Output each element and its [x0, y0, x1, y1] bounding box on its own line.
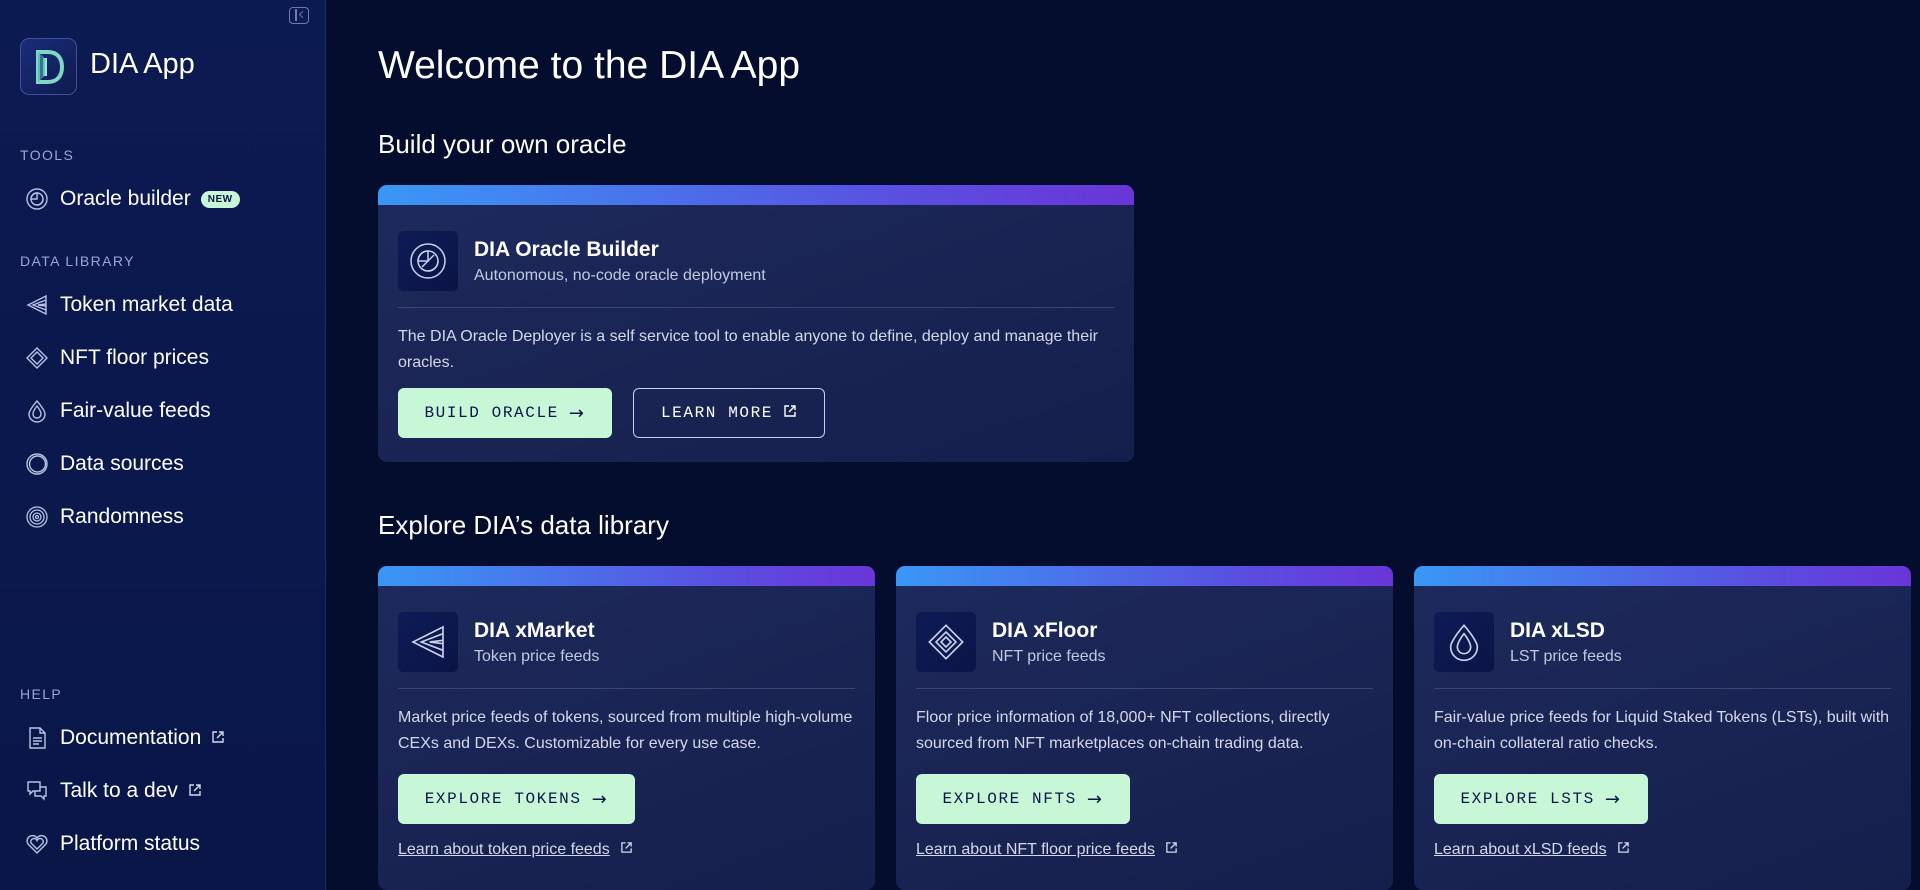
sidebar-item-documentation[interactable]: Documentation — [24, 720, 225, 756]
card-gradient-bar — [378, 566, 875, 586]
tools-section-label: TOOLS — [20, 147, 75, 163]
sidebar-item-label: Fair-value feeds — [60, 399, 211, 422]
card-subtitle: LST price feeds — [1510, 648, 1622, 665]
triangle-prism-icon — [398, 612, 458, 672]
chat-bubbles-icon — [24, 778, 50, 804]
document-icon — [24, 725, 50, 751]
diamond-icon — [916, 612, 976, 672]
sidebar-item-label: Oracle builder — [60, 187, 191, 210]
explore-nfts-button[interactable]: EXPLORE NFTS → — [916, 774, 1130, 824]
external-link-icon — [1617, 841, 1630, 859]
sidebar-item-label: Randomness — [60, 505, 184, 528]
card-title: DIA xFloor — [992, 619, 1098, 642]
card-title: DIA Oracle Builder — [474, 238, 659, 261]
card-divider — [1434, 688, 1891, 689]
card-divider — [916, 688, 1373, 689]
oracle-rings-icon — [398, 231, 458, 291]
card-divider — [398, 307, 1114, 308]
arrow-right-icon: → — [1086, 788, 1104, 810]
external-link-icon — [211, 726, 225, 750]
dia-logo-icon[interactable] — [20, 38, 77, 95]
arrow-right-icon: → — [1604, 788, 1622, 810]
learn-more-button[interactable]: LEARN MORE — [633, 388, 825, 438]
fingerprint-icon — [24, 504, 50, 530]
external-link-icon — [1165, 841, 1178, 859]
arrow-right-icon: → — [568, 402, 586, 424]
explore-lsts-button[interactable]: EXPLORE LSTS → — [1434, 774, 1648, 824]
heart-pulse-icon — [24, 831, 50, 857]
sidebar-item-label: Platform status — [60, 832, 201, 855]
button-label: EXPLORE TOKENS — [424, 790, 582, 808]
sidebar-item-nft-floor-prices[interactable]: NFT floor prices — [24, 340, 209, 376]
link-label: Learn about NFT floor price feeds — [916, 841, 1155, 858]
sidebar-item-label: Token market data — [60, 293, 233, 316]
button-label: EXPLORE LSTS — [1460, 790, 1595, 808]
card-description: Floor price information of 18,000+ NFT c… — [916, 709, 1330, 752]
card-title: DIA xMarket — [474, 619, 595, 642]
sidebar-item-label: Documentation — [60, 726, 202, 749]
build-oracle-button[interactable]: BUILD ORACLE → — [398, 388, 612, 438]
card-subtitle: NFT price feeds — [992, 648, 1106, 665]
droplet-icon — [24, 398, 50, 424]
help-section-label: HELP — [20, 686, 63, 702]
button-label: EXPLORE NFTS — [942, 790, 1077, 808]
new-badge: NEW — [200, 190, 240, 208]
sidebar-collapse-icon[interactable] — [289, 7, 309, 24]
oracle-rings-icon — [24, 186, 50, 212]
sidebar-item-label: NFT floor prices — [60, 346, 209, 369]
sidebar-item-data-sources[interactable]: Data sources — [24, 446, 184, 482]
external-link-icon — [188, 779, 202, 803]
external-link-icon — [620, 841, 633, 859]
main-content: Welcome to the DIA App Build your own or… — [327, 0, 1920, 890]
token-feeds-link[interactable]: Learn about token price feeds — [398, 841, 633, 859]
external-link-icon — [783, 404, 797, 423]
sidebar-item-label: Data sources — [60, 452, 184, 475]
card-description: Market price feeds of tokens, sourced fr… — [398, 709, 853, 752]
sidebar: DIA App TOOLS Oracle builder NEW DATA LI… — [0, 0, 326, 890]
card-description: Fair-value price feeds for Liquid Staked… — [1434, 709, 1890, 752]
sidebar-item-talk-to-a-dev[interactable]: Talk to a dev — [24, 773, 202, 809]
xfloor-card: DIA xFloor NFT price feeds Floor price i… — [896, 566, 1393, 890]
oracle-builder-card: DIA Oracle Builder Autonomous, no-code o… — [378, 185, 1134, 462]
link-label: Learn about xLSD feeds — [1434, 841, 1607, 858]
sidebar-item-randomness[interactable]: Randomness — [24, 499, 184, 535]
sidebar-item-platform-status[interactable]: Platform status — [24, 826, 200, 862]
circle-ring-icon — [24, 451, 50, 477]
xlsd-card: DIA xLSD LST price feeds Fair-value pric… — [1414, 566, 1911, 890]
diamond-icon — [24, 345, 50, 371]
xlsd-feeds-link[interactable]: Learn about xLSD feeds — [1434, 841, 1630, 859]
button-label: BUILD ORACLE — [424, 404, 559, 422]
sidebar-item-token-market-data[interactable]: Token market data — [24, 287, 233, 323]
card-description: The DIA Oracle Deployer is a self servic… — [398, 328, 1098, 371]
card-subtitle: Autonomous, no-code oracle deployment — [474, 267, 766, 284]
card-gradient-bar — [896, 566, 1393, 586]
app-title: DIA App — [90, 48, 195, 80]
triangle-prism-icon — [24, 292, 50, 318]
arrow-right-icon: → — [591, 788, 609, 810]
data-library-section-label: DATA LIBRARY — [20, 253, 135, 269]
page-title: Welcome to the DIA App — [378, 44, 801, 87]
card-title: DIA xLSD — [1510, 619, 1605, 642]
sidebar-item-oracle-builder[interactable]: Oracle builder NEW — [24, 181, 240, 217]
button-label: LEARN MORE — [660, 404, 773, 422]
xmarket-card: DIA xMarket Token price feeds Market pri… — [378, 566, 875, 890]
explore-section-title: Explore DIA’s data library — [378, 510, 669, 540]
link-label: Learn about token price feeds — [398, 841, 610, 858]
explore-tokens-button[interactable]: EXPLORE TOKENS → — [398, 774, 635, 824]
droplet-icon — [1434, 612, 1494, 672]
card-subtitle: Token price feeds — [474, 648, 600, 665]
sidebar-item-fair-value-feeds[interactable]: Fair-value feeds — [24, 393, 211, 429]
nft-feeds-link[interactable]: Learn about NFT floor price feeds — [916, 841, 1178, 859]
card-gradient-bar — [1414, 566, 1911, 586]
card-gradient-bar — [378, 185, 1134, 205]
sidebar-item-label: Talk to a dev — [60, 779, 178, 802]
card-divider — [398, 688, 855, 689]
build-section-title: Build your own oracle — [378, 129, 627, 159]
